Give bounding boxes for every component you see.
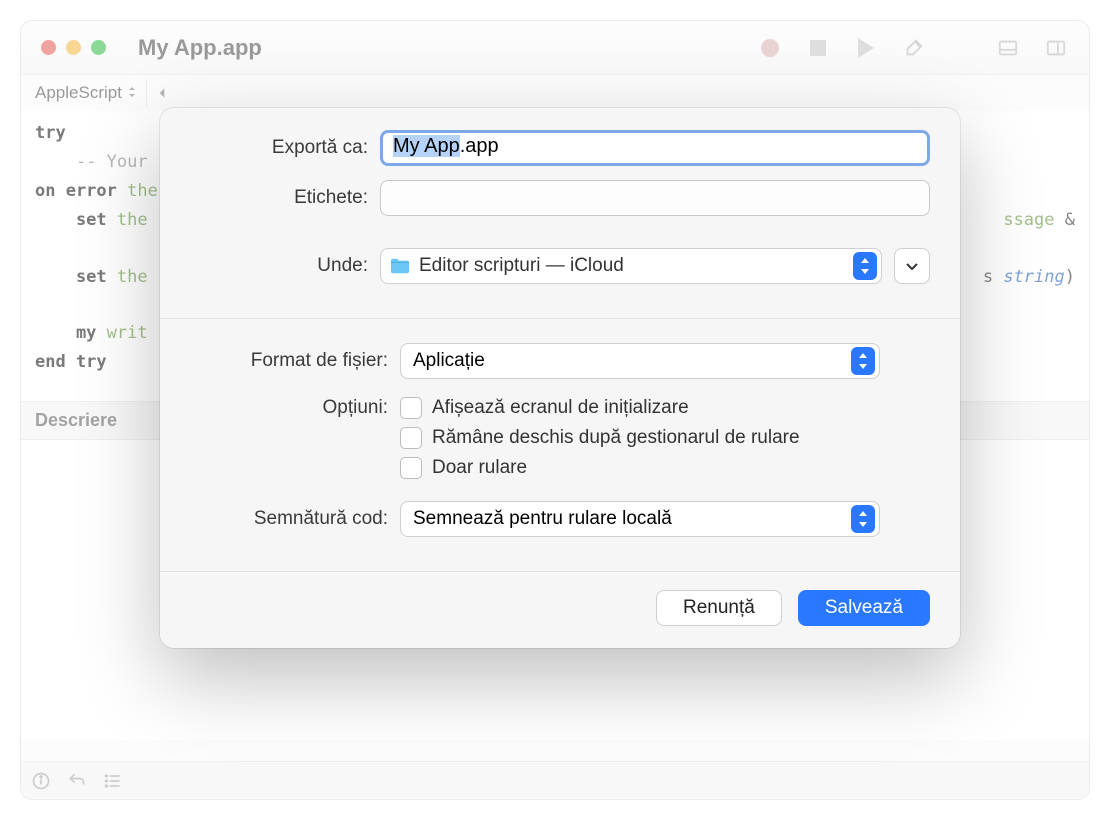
record-button[interactable] bbox=[757, 35, 783, 61]
close-window-button[interactable] bbox=[41, 40, 56, 55]
tags-label: Etichete: bbox=[190, 187, 380, 209]
option-show-startup[interactable]: Afișează ecranul de inițializare bbox=[400, 397, 930, 419]
folder-icon bbox=[389, 257, 411, 275]
location-select[interactable]: Editor scripturi — iCloud bbox=[380, 248, 882, 284]
minimize-window-button[interactable] bbox=[66, 40, 81, 55]
tags-input[interactable] bbox=[380, 180, 930, 216]
window-controls bbox=[41, 40, 106, 55]
select-arrows-icon bbox=[851, 347, 875, 375]
cancel-button[interactable]: Renunță bbox=[656, 590, 782, 626]
footer-bar bbox=[21, 761, 1089, 799]
run-button[interactable] bbox=[853, 35, 879, 61]
language-label: AppleScript bbox=[35, 83, 122, 103]
export-filename-input[interactable]: My App.app bbox=[380, 130, 930, 166]
checkbox-icon bbox=[400, 427, 422, 449]
maximize-window-button[interactable] bbox=[91, 40, 106, 55]
location-value: Editor scripturi — iCloud bbox=[419, 255, 845, 277]
code-sign-select[interactable]: Semnează pentru rulare locală bbox=[400, 501, 880, 537]
save-button[interactable]: Salvează bbox=[798, 590, 930, 626]
panel-toggle-button[interactable] bbox=[995, 35, 1021, 61]
file-format-value: Aplicație bbox=[413, 350, 843, 372]
expand-location-button[interactable] bbox=[894, 248, 930, 284]
checkbox-icon bbox=[400, 457, 422, 479]
build-button[interactable] bbox=[901, 35, 927, 61]
nav-breadcrumb[interactable] bbox=[147, 82, 177, 104]
filename-extension: .app bbox=[460, 135, 499, 157]
options-label: Opțiuni: bbox=[190, 393, 400, 419]
option-label: Rămâne deschis după gestionarul de rular… bbox=[432, 427, 800, 449]
sidebar-toggle-button[interactable] bbox=[1043, 35, 1069, 61]
file-format-label: Format de fișier: bbox=[190, 350, 400, 372]
list-icon[interactable] bbox=[103, 771, 123, 791]
language-selector[interactable]: AppleScript bbox=[27, 79, 147, 107]
option-label: Doar rulare bbox=[432, 457, 527, 479]
select-arrows-icon bbox=[853, 252, 877, 280]
export-dialog: Exportă ca: My App.app Etichete: Unde: bbox=[160, 108, 960, 648]
code-sign-label: Semnătură cod: bbox=[190, 508, 400, 530]
navigation-bar: AppleScript bbox=[21, 75, 1089, 111]
filename-selected-text: My App bbox=[393, 135, 460, 157]
option-run-only[interactable]: Doar rulare bbox=[400, 457, 930, 479]
chevron-updown-icon bbox=[126, 83, 138, 103]
file-format-select[interactable]: Aplicație bbox=[400, 343, 880, 379]
option-label: Afișează ecranul de inițializare bbox=[432, 397, 689, 419]
reply-icon[interactable] bbox=[67, 771, 87, 791]
checkbox-icon bbox=[400, 397, 422, 419]
where-label: Unde: bbox=[190, 255, 380, 277]
export-as-label: Exportă ca: bbox=[190, 137, 380, 159]
chevron-down-icon bbox=[904, 258, 920, 274]
info-icon[interactable] bbox=[31, 771, 51, 791]
chevron-left-icon bbox=[155, 86, 169, 100]
select-arrows-icon bbox=[851, 505, 875, 533]
code-sign-value: Semnează pentru rulare locală bbox=[413, 508, 843, 530]
window-title: My App.app bbox=[138, 35, 262, 61]
stop-button[interactable] bbox=[805, 35, 831, 61]
option-stay-open[interactable]: Rămâne deschis după gestionarul de rular… bbox=[400, 427, 930, 449]
titlebar: My App.app bbox=[21, 21, 1089, 75]
